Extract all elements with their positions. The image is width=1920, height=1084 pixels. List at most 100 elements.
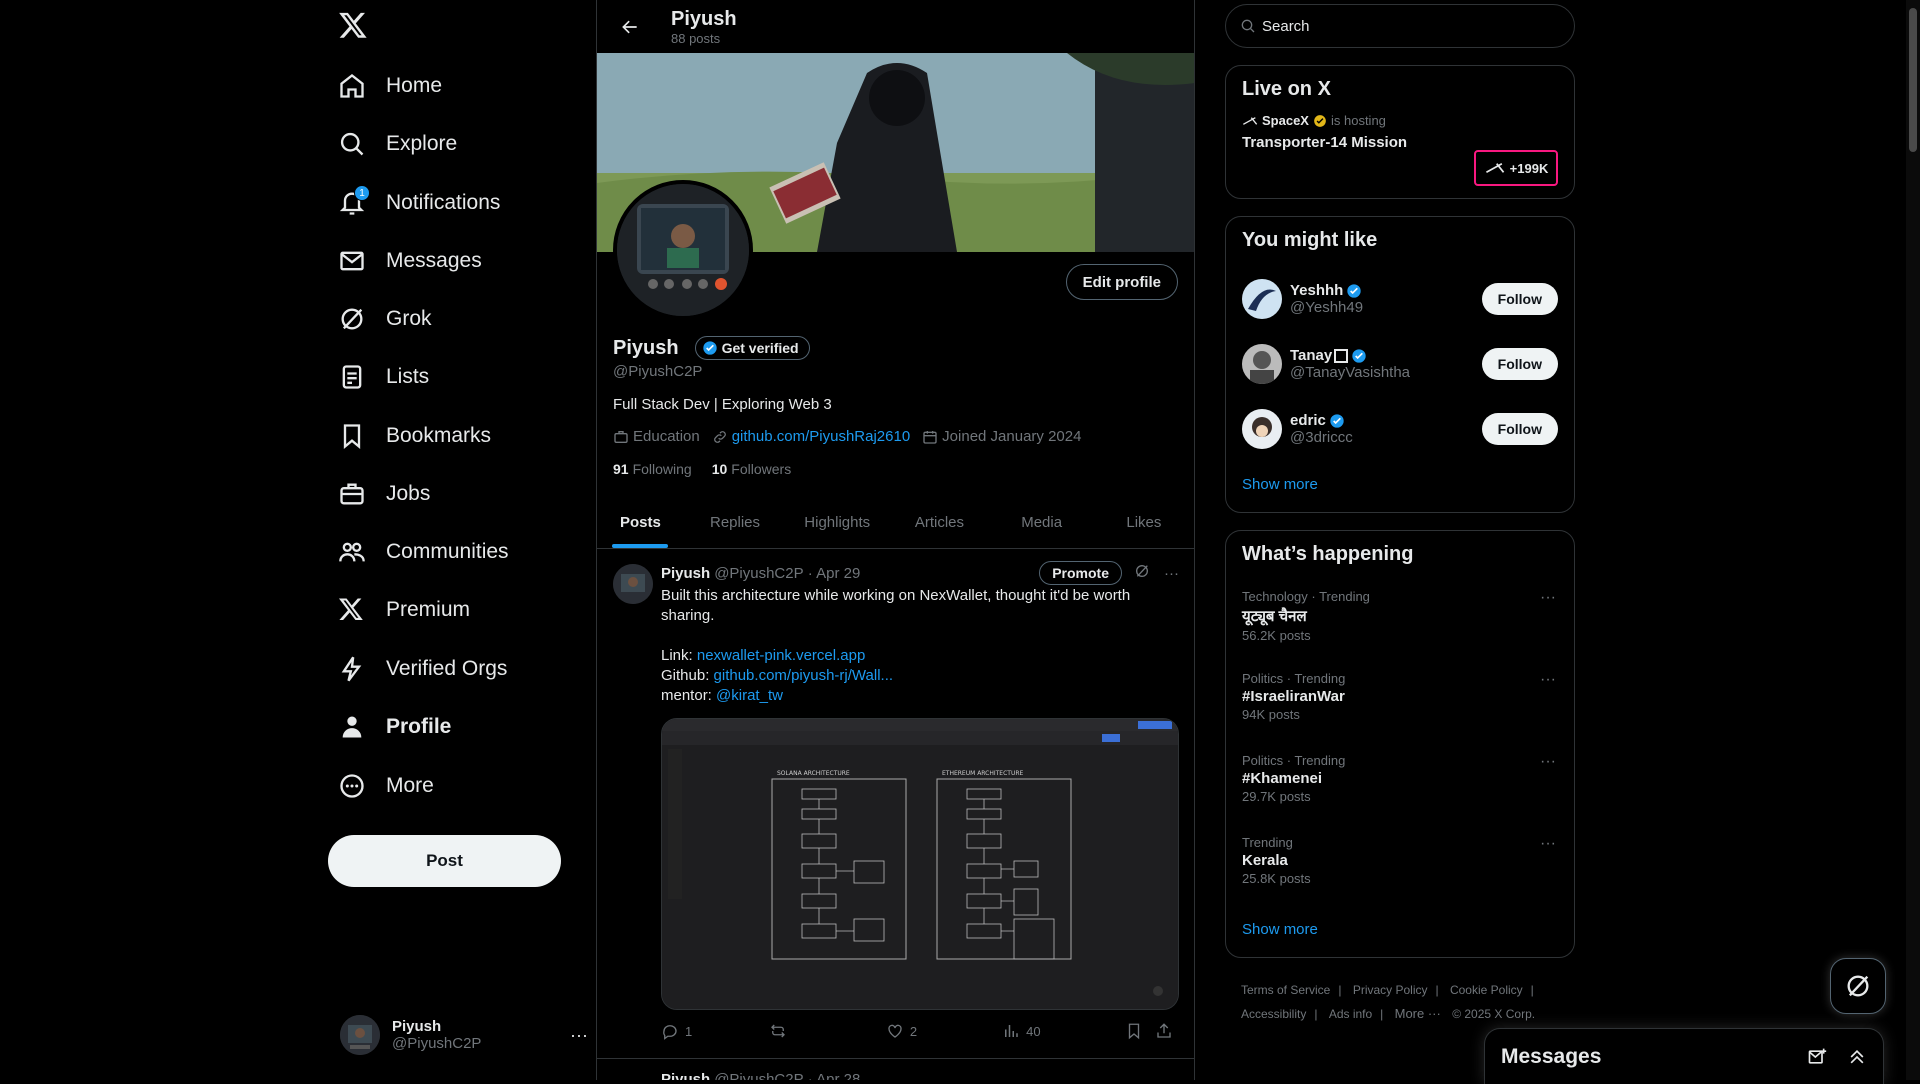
- avatar: [340, 1015, 380, 1055]
- tweet-avatar[interactable]: [613, 564, 653, 604]
- search-input[interactable]: Search: [1225, 4, 1575, 48]
- verified-badge-icon: [1352, 348, 1366, 363]
- back-arrow-icon[interactable]: [613, 10, 647, 44]
- nav-grok[interactable]: Grok: [338, 295, 432, 343]
- nav-communities[interactable]: Communities: [338, 528, 509, 576]
- nav-more[interactable]: More: [338, 762, 434, 810]
- tab-media[interactable]: Media: [991, 496, 1093, 548]
- followers-link[interactable]: 10 Followers: [712, 461, 791, 477]
- follow-button[interactable]: Follow: [1481, 283, 1558, 315]
- tweet-date[interactable]: · Apr 29: [808, 565, 861, 582]
- tab-likes[interactable]: Likes: [1093, 496, 1194, 548]
- x-logo-icon: [1485, 162, 1504, 174]
- nav-notifications[interactable]: 1 Notifications: [338, 179, 500, 227]
- x-logo-icon[interactable]: [338, 10, 374, 46]
- trends-title: What’s happening: [1242, 543, 1414, 565]
- nav-lists[interactable]: Lists: [338, 353, 429, 401]
- more-dots-icon[interactable]: ···: [1540, 589, 1556, 607]
- more-circle-icon: [338, 772, 366, 800]
- retweet-icon: [771, 1024, 786, 1038]
- tweet-handle: @PiyushC2P: [714, 1071, 804, 1080]
- like-button[interactable]: 2: [886, 1022, 1002, 1040]
- verified-badge-icon: [702, 341, 717, 355]
- bookmark-button[interactable]: [1125, 1022, 1155, 1040]
- nav-premium[interactable]: Premium: [338, 586, 470, 634]
- footer-ads[interactable]: Ads info: [1329, 1007, 1372, 1021]
- reply-button[interactable]: 1: [661, 1022, 769, 1040]
- more-dots-icon[interactable]: ···: [570, 1025, 588, 1046]
- tweet-link[interactable]: nexwallet-pink.vercel.app: [697, 647, 865, 664]
- footer-more[interactable]: More ···: [1395, 1006, 1441, 1021]
- following-link[interactable]: 91 Following: [613, 461, 692, 477]
- nav-lists-label: Lists: [386, 365, 430, 388]
- footer-tos[interactable]: Terms of Service: [1241, 983, 1330, 997]
- more-dots-icon[interactable]: ···: [1540, 835, 1556, 853]
- communities-icon: [338, 538, 366, 566]
- nav-profile[interactable]: Profile: [338, 703, 451, 751]
- views-button[interactable]: 40: [1002, 1022, 1125, 1040]
- account-switcher[interactable]: Piyush @PiyushC2P ···: [340, 1010, 588, 1060]
- footer-cookie[interactable]: Cookie Policy: [1450, 983, 1523, 997]
- trend-item[interactable]: Technology · Trending यूट्यूब चैनल 56.2K…: [1226, 589, 1574, 643]
- nav-home[interactable]: Home: [338, 62, 442, 110]
- tweet-author[interactable]: Piyush: [661, 565, 710, 582]
- footer-privacy[interactable]: Privacy Policy: [1353, 983, 1428, 997]
- tweet-image[interactable]: SOLANA ARCHITECTURE ETHEREUM ARCHITECTUR…: [661, 718, 1179, 1010]
- tweet-github-link[interactable]: github.com/piyush-rj/Wall...: [714, 667, 894, 684]
- tab-articles[interactable]: Articles: [888, 496, 990, 548]
- tweet-mention[interactable]: @kirat_tw: [716, 687, 783, 704]
- page-scrollbar[interactable]: [1906, 0, 1920, 1080]
- profile-link[interactable]: github.com/PiyushRaj2610: [712, 428, 910, 445]
- edit-profile-button[interactable]: Edit profile: [1065, 264, 1178, 300]
- nav-verified-orgs-label: Verified Orgs: [386, 657, 508, 680]
- share-button[interactable]: [1155, 1022, 1179, 1040]
- grok-icon[interactable]: [1134, 563, 1150, 583]
- more-dots-icon[interactable]: ···: [1540, 753, 1556, 771]
- live-host[interactable]: SpaceX: [1262, 113, 1309, 128]
- promote-button[interactable]: Promote: [1039, 561, 1122, 585]
- messages-drawer[interactable]: Messages: [1484, 1028, 1884, 1084]
- bell-icon: 1: [338, 185, 370, 217]
- suggested-user[interactable]: Tanay @TanayVasishtha Follow: [1226, 334, 1574, 394]
- scrollbar-thumb[interactable]: [1909, 8, 1917, 152]
- nav-verified-orgs[interactable]: Verified Orgs: [338, 645, 507, 693]
- trend-item[interactable]: Trending Kerala 25.8K posts ···: [1226, 835, 1574, 886]
- tab-posts[interactable]: Posts: [597, 496, 684, 548]
- new-message-icon[interactable]: [1807, 1047, 1827, 1067]
- tab-replies[interactable]: Replies: [684, 496, 786, 548]
- trend-item[interactable]: Politics · Trending #IsraeliranWar 94K p…: [1226, 671, 1574, 722]
- post-button[interactable]: Post: [328, 835, 561, 887]
- trend-item[interactable]: Politics · Trending #Khamenei 29.7K post…: [1226, 753, 1574, 804]
- nav-bookmarks[interactable]: Bookmarks: [338, 412, 491, 460]
- profile-name: Piyush: [613, 336, 679, 359]
- suggested-user[interactable]: Yeshhh @Yeshh49 Follow: [1226, 269, 1574, 329]
- nav-jobs[interactable]: Jobs: [338, 470, 430, 518]
- chevron-up-icon[interactable]: [1847, 1047, 1867, 1067]
- who-to-follow-card: You might like Yeshhh @Yeshh49 Follow Tan…: [1225, 216, 1575, 513]
- tweet-date[interactable]: · Apr 28: [808, 1071, 861, 1080]
- follow-button[interactable]: Follow: [1481, 413, 1558, 445]
- live-card[interactable]: Live on X SpaceX is hosting Transporter-…: [1225, 65, 1575, 199]
- show-more-link[interactable]: Show more: [1242, 476, 1318, 493]
- home-icon: [338, 72, 366, 100]
- views-icon: [1005, 1025, 1018, 1037]
- nav-messages[interactable]: Messages: [338, 237, 482, 285]
- nav-explore[interactable]: Explore: [338, 120, 457, 168]
- grok-button[interactable]: [1830, 958, 1886, 1014]
- live-listeners-badge[interactable]: +199K: [1474, 150, 1558, 186]
- more-dots-icon[interactable]: ···: [1164, 565, 1179, 582]
- tweet-handle: @PiyushC2P: [714, 564, 804, 582]
- tweet[interactable]: Piyush @PiyushC2P · Apr 28: [597, 1058, 1194, 1080]
- tweet[interactable]: Piyush @PiyushC2P · Apr 29 Promote ··· B…: [597, 550, 1194, 1052]
- nav-profile-label: Profile: [386, 715, 452, 738]
- get-verified-button[interactable]: Get verified: [694, 336, 810, 360]
- profile-avatar[interactable]: [613, 180, 753, 320]
- show-more-link[interactable]: Show more: [1242, 921, 1318, 938]
- suggested-user[interactable]: edric @3driccc Follow: [1226, 399, 1574, 459]
- follow-button[interactable]: Follow: [1481, 348, 1558, 380]
- tweet-author[interactable]: Piyush: [661, 1071, 710, 1080]
- tab-highlights[interactable]: Highlights: [786, 496, 888, 548]
- footer-accessibility[interactable]: Accessibility: [1241, 1007, 1306, 1021]
- more-dots-icon[interactable]: ···: [1540, 671, 1556, 689]
- retweet-button[interactable]: [769, 1022, 885, 1040]
